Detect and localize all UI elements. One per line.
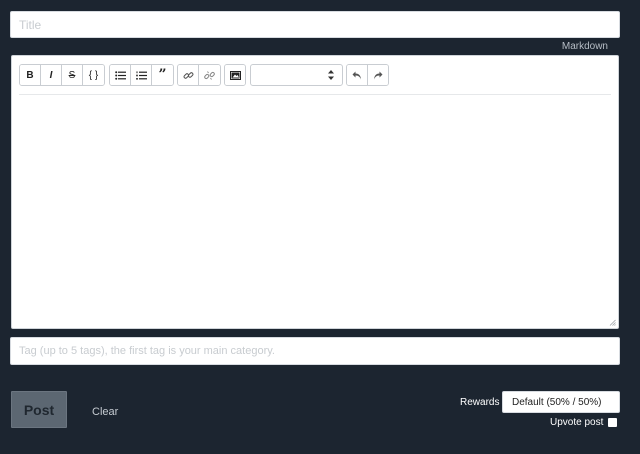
bullet-list-button[interactable] [110,65,131,85]
toolbar-divider [19,94,611,95]
history-group [346,64,389,86]
redo-button[interactable] [367,65,388,85]
bold-icon: B [26,69,34,81]
unlink-icon [204,70,215,80]
numbered-list-icon [135,70,147,80]
rewards-label: Rewards [460,397,500,408]
rewards-select-value: Default (50% / 50%) [512,396,602,408]
quote-icon: ” [158,67,167,83]
italic-icon: I [49,69,53,81]
image-group [224,64,246,86]
tags-input[interactable] [10,337,620,365]
resize-grip-icon[interactable] [609,319,616,326]
undo-icon [352,71,361,79]
numbered-list-button[interactable] [131,65,152,85]
text-format-group: B I S { } [19,64,105,86]
code-icon: { } [88,69,99,81]
list-group: ” [109,64,174,86]
markdown-toggle-link[interactable]: Markdown [562,41,608,52]
title-input[interactable] [10,11,620,38]
heading-select[interactable] [250,64,343,86]
redo-icon [373,71,383,79]
bullet-list-icon [114,70,126,80]
clear-button[interactable]: Clear [92,406,118,418]
strikethrough-button[interactable]: S [62,65,83,85]
editor-card: B I S { } ” [11,55,619,329]
upvote-label: Upvote post [550,416,604,428]
link-button[interactable] [178,65,199,85]
upvote-checkbox[interactable] [608,417,618,427]
code-button[interactable]: { } [83,65,104,85]
link-group [177,64,221,86]
select-arrows-icon [328,70,334,80]
image-icon [229,70,241,80]
quote-button[interactable]: ” [152,65,173,85]
undo-button[interactable] [347,65,368,85]
upvote-option: Upvote post [550,416,618,428]
post-button[interactable]: Post [11,391,67,428]
bold-button[interactable]: B [20,65,41,85]
post-body-editor[interactable] [19,98,611,323]
rewards-select[interactable]: Default (50% / 50%) [502,391,620,413]
link-icon [183,71,193,79]
unlink-button[interactable] [199,65,220,85]
image-button[interactable] [225,65,245,85]
italic-button[interactable]: I [41,65,62,85]
strikethrough-icon: S [68,69,76,81]
